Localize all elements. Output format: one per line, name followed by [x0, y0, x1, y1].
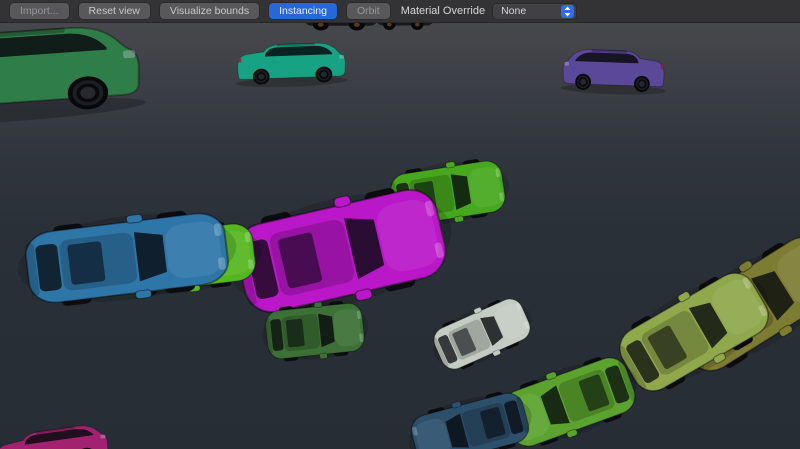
car-teal-hatchback: [234, 42, 347, 89]
material-override-select[interactable]: None: [492, 3, 577, 20]
material-override-label: Material Override: [401, 5, 485, 17]
viewport-3d[interactable]: [0, 0, 800, 449]
car-green-suv-top-left: [0, 22, 146, 131]
cars-layer: [0, 12, 800, 449]
visualize-bounds-button[interactable]: Visualize bounds: [160, 3, 259, 19]
car-purple-hatchback: [561, 48, 667, 96]
car-white-hatchback: [424, 289, 540, 378]
material-override-value: None: [501, 5, 526, 17]
instancing-button[interactable]: Instancing: [269, 3, 337, 19]
toolbar: Import... Reset view Visualize bounds In…: [0, 0, 800, 23]
scene-canvas[interactable]: [0, 0, 800, 449]
orbit-button[interactable]: Orbit: [347, 3, 390, 19]
car-magenta-car-corner: [0, 422, 112, 449]
reset-view-button[interactable]: Reset view: [79, 3, 150, 19]
car-blue-suv: [13, 203, 242, 313]
popup-chevrons-icon: [561, 5, 574, 18]
import-button[interactable]: Import...: [10, 3, 69, 19]
